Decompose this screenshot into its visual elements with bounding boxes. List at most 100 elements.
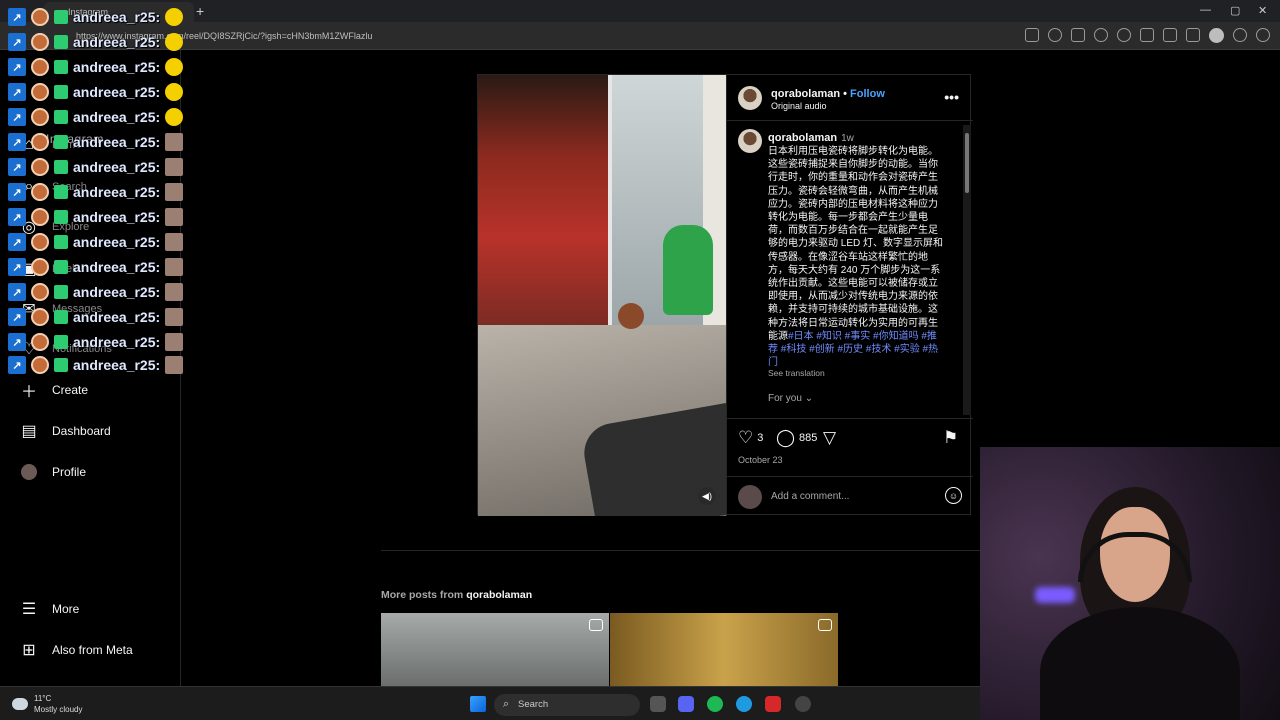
webcam-light bbox=[1035, 587, 1075, 603]
audio-link[interactable]: Original audio bbox=[771, 101, 827, 111]
zoom-icon[interactable] bbox=[1048, 28, 1062, 42]
chat-message: ↗ andreea_r25: bbox=[8, 81, 184, 103]
favorites-icon[interactable] bbox=[1163, 28, 1177, 42]
scrollbar-thumb[interactable] bbox=[965, 133, 969, 193]
for-you-dropdown[interactable]: For you ⌄ bbox=[768, 393, 813, 404]
minimize-icon[interactable]: — bbox=[1200, 4, 1211, 16]
chat-username: andreea_r25: bbox=[73, 109, 161, 125]
taskbar-search-label: Search bbox=[518, 699, 549, 710]
author-username[interactable]: qorabolaman bbox=[771, 88, 840, 100]
windows-taskbar: 11°C Mostly cloudy ⌕ Search bbox=[0, 686, 980, 720]
sidebar-item-also-from-meta[interactable]: ⊞ Also from Meta bbox=[20, 641, 132, 659]
chat-username: andreea_r25: bbox=[73, 234, 161, 250]
chat-message: ↗ andreea_r25: bbox=[8, 31, 184, 53]
chat-username: andreea_r25: bbox=[73, 309, 161, 325]
refresh-icon[interactable] bbox=[1117, 28, 1131, 42]
caption-avatar[interactable] bbox=[738, 129, 762, 153]
fox-badge-icon bbox=[31, 83, 49, 101]
fox-badge-icon bbox=[31, 158, 49, 176]
more-post-thumbnail[interactable] bbox=[381, 613, 609, 686]
spotify-icon[interactable] bbox=[707, 696, 723, 712]
section-divider bbox=[381, 550, 980, 551]
chat-message: ↗ andreea_r25: bbox=[8, 56, 184, 78]
gift-badge-icon bbox=[54, 358, 68, 372]
video-ball bbox=[618, 303, 644, 329]
weather-widget[interactable]: 11°C Mostly cloudy bbox=[12, 693, 82, 715]
favorite-icon[interactable] bbox=[1094, 28, 1108, 42]
gift-badge-icon bbox=[54, 310, 68, 324]
discord-icon[interactable] bbox=[678, 696, 694, 712]
more-posts-user[interactable]: qorabolaman bbox=[466, 589, 532, 601]
edge-icon[interactable] bbox=[736, 696, 752, 712]
emoji-icon[interactable]: ☺ bbox=[945, 487, 962, 504]
new-tab-icon[interactable]: + bbox=[196, 3, 204, 19]
sidebar-item-more[interactable]: ☰ More bbox=[20, 600, 80, 618]
more-post-thumbnail[interactable] bbox=[610, 613, 838, 686]
plus-icon: ＋ bbox=[20, 384, 37, 401]
comment-input[interactable]: Add a comment... bbox=[771, 491, 849, 502]
read-aloud-icon[interactable] bbox=[1071, 28, 1085, 42]
gift-badge-icon bbox=[54, 10, 68, 24]
hamburger-icon: ☰ bbox=[21, 601, 37, 618]
obs-icon[interactable] bbox=[795, 696, 811, 712]
close-icon[interactable]: ✕ bbox=[1258, 4, 1267, 17]
moderator-badge-icon: ↗ bbox=[8, 183, 26, 201]
moderator-badge-icon: ↗ bbox=[8, 108, 26, 126]
comment-button[interactable]: ◯ 885 bbox=[776, 428, 817, 448]
gift-badge-icon bbox=[54, 210, 68, 224]
reel-icon bbox=[818, 619, 832, 631]
chat-username: andreea_r25: bbox=[73, 159, 161, 175]
cloud-icon bbox=[12, 698, 28, 710]
save-button[interactable]: ⚑ bbox=[943, 428, 958, 448]
author-avatar[interactable] bbox=[738, 86, 762, 110]
gift-badge-icon bbox=[54, 110, 68, 124]
chat-username: andreea_r25: bbox=[73, 9, 161, 25]
post-header: qorabolaman • Follow Original audio ••• bbox=[727, 75, 973, 121]
collections-icon[interactable] bbox=[1186, 28, 1200, 42]
browser-tabbar: Instagram + — ▢ ✕ bbox=[0, 0, 1280, 22]
face-emote-icon bbox=[165, 356, 184, 374]
extensions-icon[interactable] bbox=[1140, 28, 1154, 42]
app-icon[interactable] bbox=[765, 696, 781, 712]
face-emote-icon bbox=[165, 258, 184, 276]
copilot-icon[interactable] bbox=[1256, 28, 1270, 42]
sidebar-item-profile[interactable]: Profile bbox=[20, 463, 86, 481]
taskbar-search[interactable]: ⌕ Search bbox=[494, 694, 640, 716]
fox-badge-icon bbox=[31, 8, 49, 26]
gift-badge-icon bbox=[54, 35, 68, 49]
fox-badge-icon bbox=[31, 58, 49, 76]
chat-username: andreea_r25: bbox=[73, 34, 161, 50]
moderator-badge-icon: ↗ bbox=[8, 333, 26, 351]
caption-scrollbar[interactable] bbox=[963, 125, 971, 415]
chat-message: ↗ andreea_r25: bbox=[8, 231, 184, 253]
reel-video[interactable]: ◀) bbox=[478, 75, 726, 516]
task-view-icon[interactable] bbox=[650, 696, 666, 712]
share-button[interactable]: ▽ bbox=[823, 428, 836, 448]
gift-badge-icon bbox=[54, 60, 68, 74]
face-emote-icon bbox=[165, 208, 184, 226]
bookmark-icon: ⚑ bbox=[943, 428, 959, 447]
browser-profile-avatar[interactable] bbox=[1209, 28, 1224, 43]
see-translation-link[interactable]: See translation bbox=[768, 368, 825, 378]
app-icon[interactable] bbox=[1025, 28, 1039, 42]
caption-header: qorabolaman 1w bbox=[768, 132, 854, 144]
moderator-badge-icon: ↗ bbox=[8, 356, 26, 374]
caption-username[interactable]: qorabolaman bbox=[768, 132, 837, 144]
windows-start-icon[interactable] bbox=[470, 696, 486, 712]
sidebar-item-create[interactable]: ＋ Create bbox=[20, 381, 88, 401]
follow-button[interactable]: Follow bbox=[850, 88, 885, 100]
avatar-icon bbox=[20, 463, 38, 481]
send-icon: ▽ bbox=[823, 428, 837, 447]
moderator-badge-icon: ↗ bbox=[8, 133, 26, 151]
sidebar-item-dashboard[interactable]: ▤ Dashboard bbox=[20, 422, 110, 440]
comment-composer: Add a comment... ☺ bbox=[727, 476, 973, 516]
more-options-icon[interactable]: ••• bbox=[944, 89, 959, 105]
like-button[interactable]: ♡ 3 bbox=[738, 428, 763, 448]
sound-toggle-icon[interactable]: ◀) bbox=[698, 487, 716, 505]
maximize-icon[interactable]: ▢ bbox=[1230, 4, 1240, 17]
moderator-badge-icon: ↗ bbox=[8, 158, 26, 176]
menu-dots-icon[interactable] bbox=[1233, 28, 1247, 42]
moderator-badge-icon: ↗ bbox=[8, 83, 26, 101]
caption-hashtags[interactable]: #日本 #知识 #事实 #你知道吗 #推荐 #科技 #创新 #历史 #技术 #实… bbox=[768, 331, 938, 368]
caption-body: 日本利用压电瓷砖将脚步转化为电能。这些瓷砖捕捉来自你脚步的动能。当你行走时，你的… bbox=[768, 146, 944, 342]
